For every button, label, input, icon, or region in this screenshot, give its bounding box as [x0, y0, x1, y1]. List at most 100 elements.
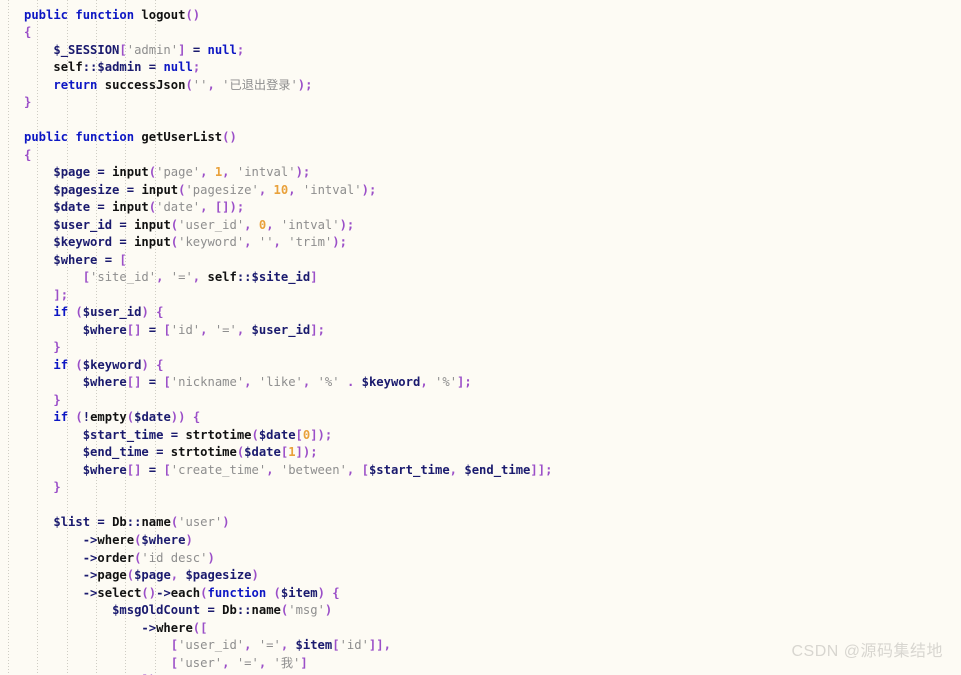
code-token: ,: [222, 165, 230, 180]
code-token: [: [119, 42, 127, 57]
code-token: ,: [420, 375, 428, 390]
code-token: 'user_id': [178, 638, 245, 653]
code-token: $_SESSION: [53, 42, 120, 57]
code-token: ): [141, 305, 149, 320]
code-token: ];: [457, 375, 472, 390]
code-token: name: [251, 603, 281, 618]
code-token: (: [126, 410, 135, 425]
code-content[interactable]: public function logout(){ $_SESSION['adm…: [24, 0, 552, 675]
code-token: $msgOldCount: [112, 603, 201, 618]
code-token: []: [126, 375, 142, 390]
code-token: ->: [82, 568, 98, 583]
code-token: []);: [214, 200, 245, 215]
code-token: ->: [156, 585, 171, 600]
code-token: $user_id: [251, 322, 311, 337]
code-token: ::: [236, 603, 252, 618]
code-editor-viewport[interactable]: public function logout(){ $_SESSION['adm…: [0, 0, 961, 675]
code-line: $_SESSION['admin'] = null;: [24, 42, 552, 60]
code-token: '=': [214, 322, 237, 337]
code-token: ]);: [310, 427, 333, 442]
code-token: where: [156, 620, 193, 635]
code-token: $date: [53, 200, 91, 215]
code-token: self: [207, 270, 237, 285]
code-token: '%': [435, 375, 458, 390]
code-token: ): [317, 585, 325, 600]
code-line: $start_time = strtotime($date[0]);: [24, 427, 552, 445]
code-token: $page: [134, 568, 171, 583]
code-token: $start_time: [82, 427, 164, 442]
code-token: 1: [288, 445, 296, 460]
code-token: function: [207, 585, 267, 600]
code-token: $date: [134, 410, 171, 425]
code-token: ): [207, 550, 215, 565]
code-token: $where: [82, 462, 127, 477]
code-token: []: [126, 322, 142, 337]
code-token: (: [75, 305, 83, 320]
code-token: ]: [300, 655, 308, 670]
code-token: (: [75, 357, 83, 372]
code-token: (: [148, 200, 157, 215]
code-token: =: [148, 462, 157, 477]
code-token: input: [112, 165, 149, 180]
code-token: '': [258, 235, 274, 250]
code-token: ,: [244, 217, 252, 232]
code-token: (: [251, 427, 259, 442]
code-token: =: [207, 603, 215, 618]
code-line: ];: [24, 287, 552, 305]
code-token: public: [24, 130, 69, 145]
code-token: (: [148, 165, 157, 180]
code-token: 'page': [156, 165, 201, 180]
code-token: =: [104, 252, 113, 267]
code-token: '%': [317, 375, 340, 390]
code-line: ->where($where): [24, 532, 552, 550]
code-token: 'id desc': [141, 550, 208, 565]
code-token: ->: [141, 620, 157, 635]
code-token: successJson: [104, 77, 186, 92]
code-line: $where = [: [24, 252, 552, 270]
code-token: [: [82, 270, 91, 285]
code-token: self: [53, 60, 83, 75]
code-token: 'id': [170, 322, 201, 337]
code-token: );: [332, 235, 347, 250]
code-token: empty: [90, 410, 127, 425]
code-token: [: [361, 462, 369, 477]
code-token: $keyword: [82, 357, 142, 372]
code-token: =: [97, 515, 105, 530]
code-token: each: [170, 585, 201, 600]
code-token: ): [185, 532, 193, 547]
code-token: 'id': [339, 638, 369, 653]
code-token: {: [332, 585, 340, 600]
code-token: input: [134, 235, 171, 250]
code-token: ): [222, 515, 230, 530]
code-token: 'between': [280, 462, 347, 477]
code-line: $where[] = ['create_time', 'between', [$…: [24, 462, 553, 480]
